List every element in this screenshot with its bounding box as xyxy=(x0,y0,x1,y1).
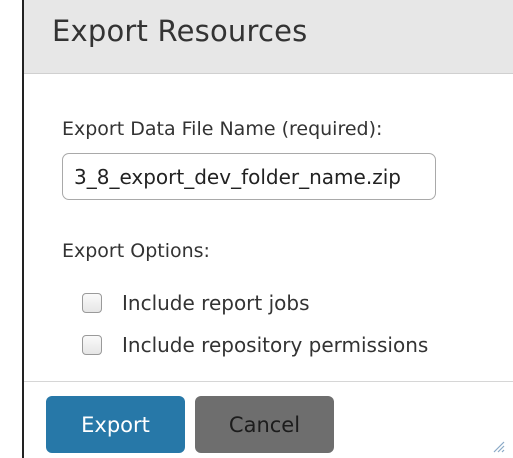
resize-grip-icon[interactable] xyxy=(491,439,505,453)
include-report-jobs-checkbox[interactable] xyxy=(82,293,102,313)
export-options-label: Export Options: xyxy=(62,240,210,262)
dialog-title: Export Resources xyxy=(52,14,308,48)
cancel-button[interactable]: Cancel xyxy=(195,396,334,453)
dialog-title-bar[interactable]: Export Resources xyxy=(24,0,513,74)
filename-input[interactable] xyxy=(62,153,436,200)
export-button[interactable]: Export xyxy=(46,396,185,453)
option-include-repository-permissions[interactable]: Include repository permissions xyxy=(82,331,428,359)
include-repository-permissions-checkbox[interactable] xyxy=(82,335,102,355)
filename-label: Export Data File Name (required): xyxy=(62,118,383,140)
include-repository-permissions-label: Include repository permissions xyxy=(122,333,429,357)
footer-divider xyxy=(24,381,513,382)
export-resources-dialog: Export Resources Export Data File Name (… xyxy=(22,0,513,458)
include-report-jobs-label: Include report jobs xyxy=(122,291,310,315)
option-include-report-jobs[interactable]: Include report jobs xyxy=(82,289,310,317)
